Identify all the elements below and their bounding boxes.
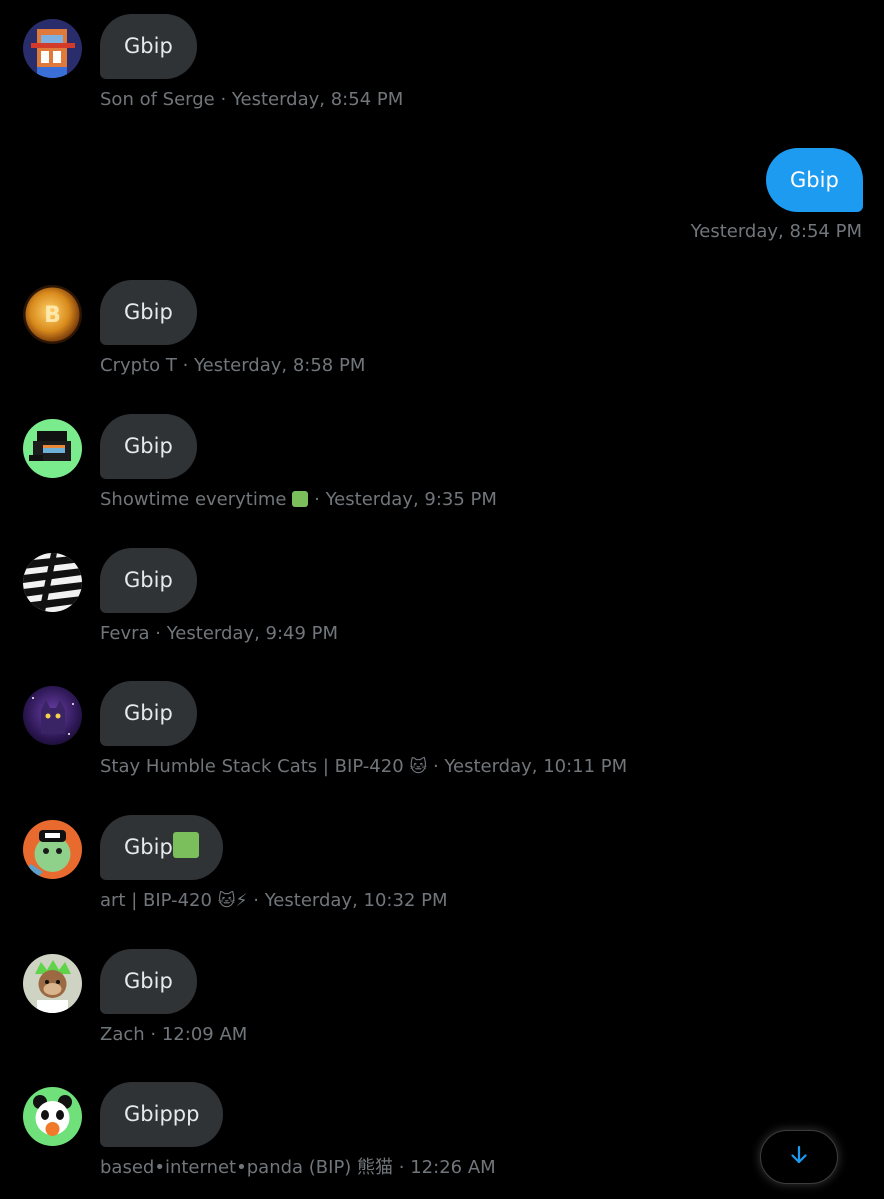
- zebra-pattern-avatar-icon[interactable]: [23, 553, 82, 612]
- sender-name[interactable]: Stay Humble Stack Cats | BIP-420: [100, 756, 404, 777]
- meta-separator: ·: [176, 355, 195, 376]
- meta-separator: ·: [308, 489, 326, 510]
- message-time: Yesterday, 8:54 PM: [231, 89, 404, 110]
- sender-name[interactable]: Fevra: [100, 623, 150, 644]
- sender-name[interactable]: based•internet•panda (BIP) 熊猫: [100, 1157, 393, 1178]
- message-text: Gbip: [124, 434, 173, 458]
- meta-separator: ·: [144, 1024, 162, 1045]
- message-thread: Gbip Son of Serge · Yesterday, 8:54 PM G…: [0, 0, 884, 1199]
- meta-separator: ·: [149, 623, 167, 644]
- message-bubble[interactable]: Gbip: [100, 548, 197, 613]
- message-meta: Stay Humble Stack Cats | BIP-420 🐱 · Yes…: [100, 755, 627, 779]
- arrow-down-icon: [788, 1144, 810, 1170]
- galaxy-cat-avatar-icon[interactable]: [23, 686, 82, 745]
- sender-name[interactable]: Crypto T: [100, 355, 177, 376]
- message-meta: art | BIP-420 🐱⚡ · Yesterday, 10:32 PM: [100, 889, 448, 913]
- cat-lightning-emoji: 🐱⚡: [217, 891, 248, 911]
- outgoing-message-bubble[interactable]: Gbip: [766, 148, 863, 212]
- meta-separator: ·: [214, 89, 232, 110]
- gold-bitcoin-avatar-icon[interactable]: B: [23, 285, 82, 344]
- message-text: Gbippp: [124, 1102, 200, 1126]
- message-meta: Crypto T · Yesterday, 8:58 PM: [100, 354, 365, 378]
- message-bubble[interactable]: Gbip: [100, 949, 197, 1014]
- message-bubble[interactable]: Gbip: [100, 414, 197, 479]
- message-meta: Showtime everytime · Yesterday, 9:35 PM: [100, 488, 497, 512]
- message-meta: based•internet•panda (BIP) 熊猫 · 12:26 AM: [100, 1156, 496, 1180]
- message-bubble[interactable]: Gbip: [100, 14, 197, 79]
- sender-name[interactable]: art | BIP-420: [100, 890, 212, 911]
- message-bubble[interactable]: Gbippp: [100, 1082, 224, 1147]
- message-time: 12:09 AM: [161, 1024, 248, 1045]
- message-time: Yesterday, 9:49 PM: [166, 623, 339, 644]
- svg-text:B: B: [44, 303, 61, 328]
- green-square-emoji: [172, 832, 199, 858]
- green-square-emoji: [292, 490, 309, 507]
- message-bubble[interactable]: Gbip: [100, 280, 197, 345]
- pixel-fox-avatar-icon[interactable]: [23, 19, 82, 78]
- message-meta: Son of Serge · Yesterday, 8:54 PM: [100, 88, 403, 112]
- message-meta: Zach · 12:09 AM: [100, 1023, 247, 1047]
- message-text: Gbip: [124, 34, 173, 58]
- message-text: Gbip: [124, 701, 173, 725]
- message-time: Yesterday, 10:32 PM: [264, 890, 448, 911]
- cartoon-character-avatar-icon[interactable]: [23, 820, 82, 879]
- meta-separator: ·: [393, 1157, 411, 1178]
- message-bubble[interactable]: Gbip: [100, 681, 197, 746]
- message-bubble[interactable]: Gbip: [100, 815, 223, 880]
- cat-emoji: 🐱: [409, 757, 428, 777]
- meta-separator: ·: [427, 756, 445, 777]
- panda-avatar-icon[interactable]: [23, 1087, 82, 1146]
- sender-name[interactable]: Zach: [100, 1024, 145, 1045]
- message-text: Gbip: [124, 835, 173, 859]
- sender-name[interactable]: Son of Serge: [100, 89, 215, 110]
- message-text: Gbip: [790, 168, 839, 192]
- message-meta: Fevra · Yesterday, 9:49 PM: [100, 622, 338, 646]
- message-text: Gbip: [124, 568, 173, 592]
- outgoing-message-time: Yesterday, 8:54 PM: [690, 221, 862, 242]
- scroll-to-bottom-button[interactable]: [760, 1130, 838, 1184]
- message-time: 12:26 AM: [410, 1157, 496, 1178]
- message-text: Gbip: [124, 300, 173, 324]
- message-text: Gbip: [124, 969, 173, 993]
- message-time: Yesterday, 10:11 PM: [444, 756, 628, 777]
- monkey-avatar-icon[interactable]: [23, 954, 82, 1013]
- message-time: Yesterday, 9:35 PM: [325, 489, 497, 510]
- sender-name[interactable]: Showtime everytime: [100, 489, 286, 510]
- message-time: Yesterday, 8:58 PM: [194, 355, 366, 376]
- meta-separator: ·: [247, 890, 265, 911]
- pixel-character-avatar-icon[interactable]: [23, 419, 82, 478]
